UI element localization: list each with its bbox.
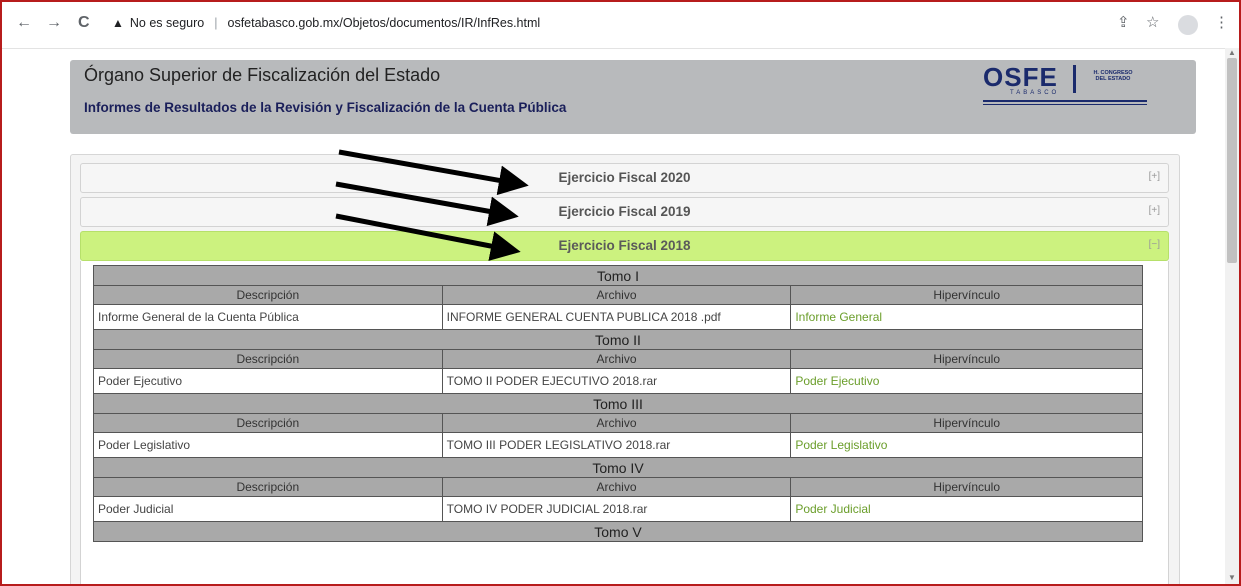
annotation-arrow [338,149,529,196]
annotation-arrow [335,181,519,227]
annotation-arrows [335,149,529,261]
annotation-arrow [335,213,521,261]
screenshot-frame: ← → C ▲ No es seguro | osfetabasco.gob.m… [0,0,1241,586]
